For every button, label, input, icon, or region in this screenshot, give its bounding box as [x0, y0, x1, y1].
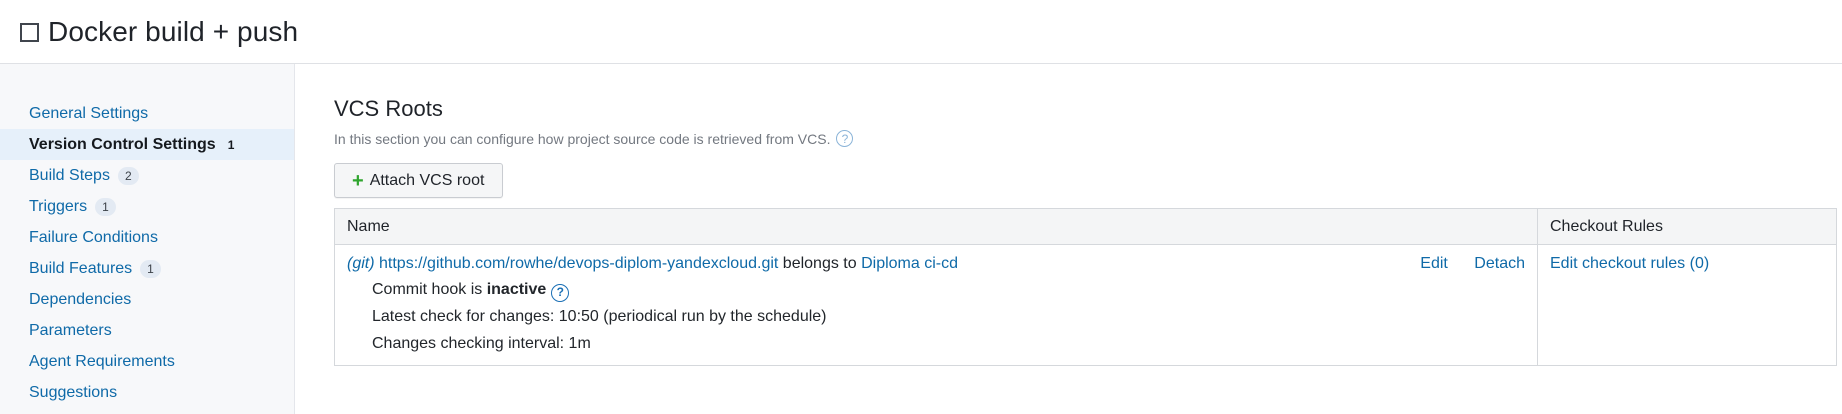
- belongs-to-text: belongs to: [782, 255, 857, 272]
- sidebar-item-label: Parameters: [29, 321, 112, 339]
- page-header: Docker build + push: [0, 0, 1842, 64]
- sidebar-item-label: General Settings: [29, 104, 149, 122]
- sidebar-item-label: Triggers: [29, 197, 88, 215]
- sidebar-item-dependencies[interactable]: Dependencies: [0, 284, 294, 315]
- project-link[interactable]: Diploma ci-cd: [861, 255, 958, 272]
- sidebar-item-label: Build Features: [29, 259, 133, 277]
- page-title: Docker build + push: [48, 15, 299, 47]
- detach-link[interactable]: Detach: [1474, 255, 1525, 272]
- sidebar-item-label: Build Steps: [29, 166, 110, 184]
- commit-hook-state: inactive: [486, 281, 547, 298]
- commit-hook-status: Commit hook is inactive?: [347, 276, 1525, 303]
- commit-hook-prefix: Commit hook is: [372, 281, 483, 298]
- sidebar-item-build-steps[interactable]: Build Steps 2: [0, 160, 294, 191]
- vcs-roots-table: Name Checkout Rules (git) https://github…: [334, 208, 1837, 366]
- check-interval-text: Changes checking interval: 1m: [372, 335, 591, 352]
- sidebar-item-label: Agent Requirements: [29, 352, 175, 370]
- sidebar-item-label: Version Control Settings: [29, 135, 216, 153]
- table-row: (git) https://github.com/rowhe/devops-di…: [334, 244, 1837, 366]
- sidebar-item-general-settings[interactable]: General Settings: [0, 98, 294, 129]
- attach-vcs-root-label: Attach VCS root: [369, 171, 485, 189]
- plus-icon: +: [352, 169, 364, 192]
- sidebar: General Settings Version Control Setting…: [0, 64, 295, 414]
- column-header-checkout-rules: Checkout Rules: [1537, 208, 1837, 245]
- vcs-root-cell: (git) https://github.com/rowhe/devops-di…: [334, 244, 1538, 366]
- section-description-text: In this section you can configure how pr…: [334, 130, 831, 147]
- sidebar-item-failure-conditions[interactable]: Failure Conditions: [0, 222, 294, 253]
- sidebar-count-badge: 1: [227, 137, 235, 152]
- sidebar-item-agent-requirements[interactable]: Agent Requirements: [0, 346, 294, 377]
- sidebar-item-version-control-settings[interactable]: Version Control Settings 1: [0, 129, 294, 160]
- sidebar-item-label: Failure Conditions: [29, 228, 158, 246]
- section-description: In this section you can configure how pr…: [334, 130, 1842, 147]
- sidebar-count-badge: 2: [117, 166, 139, 185]
- select-checkbox[interactable]: [20, 23, 39, 42]
- sidebar-item-label: Suggestions: [29, 383, 118, 401]
- column-header-name: Name: [334, 208, 1538, 245]
- sidebar-item-parameters[interactable]: Parameters: [0, 315, 294, 346]
- sidebar-item-label: Dependencies: [29, 290, 132, 308]
- help-icon[interactable]: ?: [551, 283, 570, 302]
- help-icon[interactable]: ?: [836, 130, 854, 147]
- main-content: VCS Roots In this section you can config…: [295, 64, 1842, 414]
- latest-check-text: Latest check for changes: 10:50 (periodi…: [372, 308, 827, 325]
- sidebar-item-build-features[interactable]: Build Features 1: [0, 253, 294, 284]
- sidebar-item-triggers[interactable]: Triggers 1: [0, 191, 294, 222]
- sidebar-count-badge: 1: [140, 259, 161, 278]
- attach-vcs-root-button[interactable]: + Attach VCS root: [334, 163, 504, 198]
- vcs-root-url-link[interactable]: https://github.com/rowhe/devops-diplom-y…: [379, 255, 778, 272]
- edit-checkout-rules-link[interactable]: Edit checkout rules (0): [1550, 255, 1709, 272]
- section-title: VCS Roots: [334, 96, 443, 121]
- checkout-rules-cell: Edit checkout rules (0): [1537, 244, 1837, 366]
- sidebar-count-badge: 1: [95, 197, 116, 216]
- edit-link[interactable]: Edit: [1420, 255, 1448, 272]
- sidebar-item-suggestions[interactable]: Suggestions: [0, 377, 294, 408]
- vcs-type-label: (git): [347, 255, 375, 272]
